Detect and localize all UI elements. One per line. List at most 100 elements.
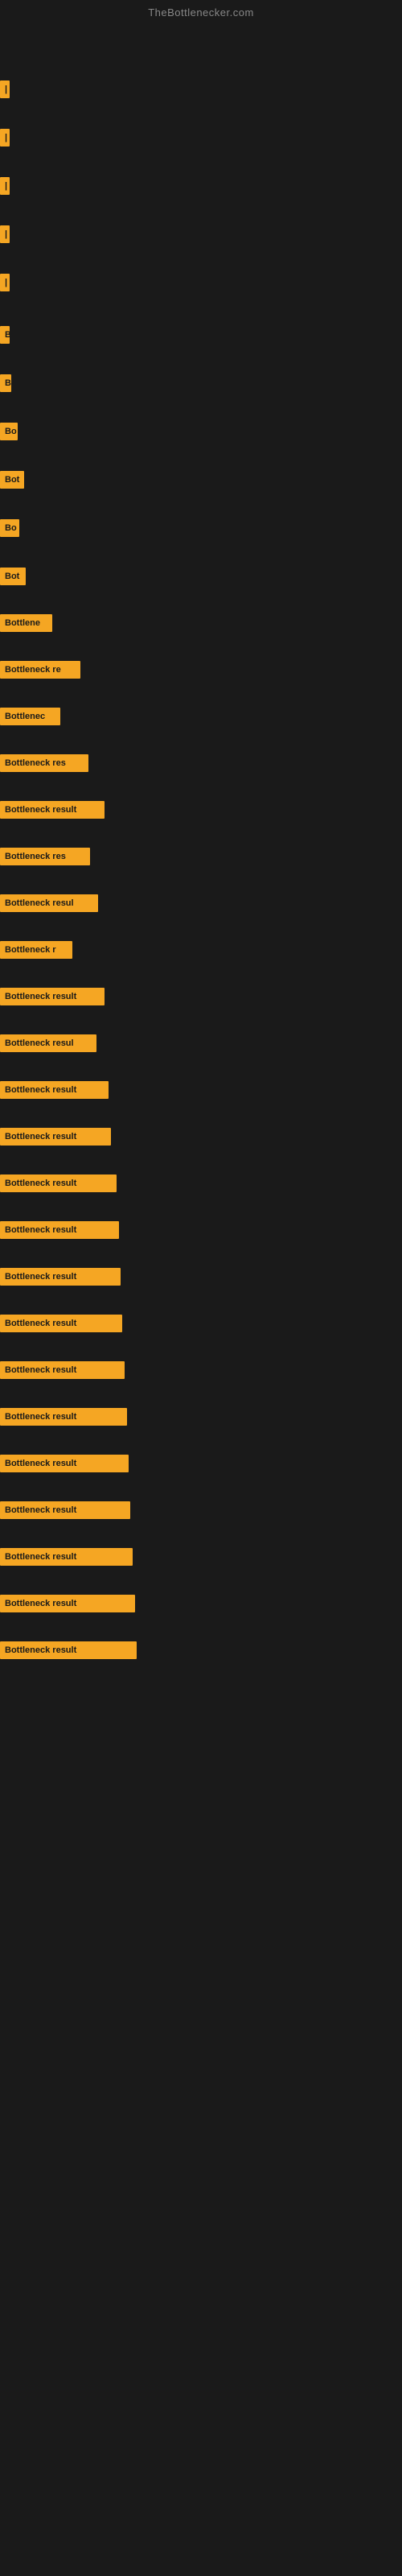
bottleneck-bar-5: | — [0, 274, 10, 291]
bar-row-22: Bottleneck result — [0, 1079, 402, 1101]
bar-gap-29 — [0, 1383, 402, 1406]
bar-gap-3 — [0, 151, 402, 175]
bar-gap-9 — [0, 444, 402, 469]
bottleneck-bar-13: Bottleneck re — [0, 661, 80, 679]
bar-row-16: Bottleneck result — [0, 799, 402, 821]
bar-gap-5 — [0, 247, 402, 271]
bar-gap-28 — [0, 1336, 402, 1359]
bar-row-26: Bottleneck result — [0, 1265, 402, 1288]
bottleneck-bar-30: Bottleneck result — [0, 1455, 129, 1472]
bar-row-6: B — [0, 324, 402, 346]
bottleneck-bar-31: Bottleneck result — [0, 1501, 130, 1519]
bar-gap-6 — [0, 295, 402, 324]
bar-gap-33 — [0, 1570, 402, 1592]
bar-gap-24 — [0, 1150, 402, 1172]
bar-row-1: | — [0, 78, 402, 101]
bar-gap-30 — [0, 1430, 402, 1452]
bar-row-5: | — [0, 271, 402, 294]
bottleneck-bar-16: Bottleneck result — [0, 801, 105, 819]
bottleneck-bar-21: Bottleneck resul — [0, 1034, 96, 1052]
site-title: TheBottlenecker.com — [0, 0, 402, 22]
bar-row-3: | — [0, 175, 402, 197]
bar-row-10: Bo — [0, 517, 402, 539]
bottleneck-bar-11: Bot — [0, 568, 26, 585]
bar-gap-7 — [0, 348, 402, 372]
bottleneck-bar-1: | — [0, 80, 10, 98]
bar-gap-11 — [0, 541, 402, 565]
bar-gap-31 — [0, 1476, 402, 1499]
bottleneck-bar-23: Bottleneck result — [0, 1128, 111, 1146]
bar-row-7: B — [0, 372, 402, 394]
bar-gap-17 — [0, 823, 402, 845]
bar-row-33: Bottleneck result — [0, 1592, 402, 1615]
bottleneck-bar-4: | — [0, 225, 10, 243]
bar-gap-4 — [0, 199, 402, 223]
bar-gap-20 — [0, 963, 402, 985]
bottleneck-bar-33: Bottleneck result — [0, 1595, 135, 1612]
bar-row-13: Bottleneck re — [0, 658, 402, 681]
bar-gap-18 — [0, 869, 402, 892]
bottleneck-bar-19: Bottleneck r — [0, 941, 72, 959]
bar-gap-15 — [0, 729, 402, 752]
bar-gap-1 — [0, 30, 402, 78]
bar-gap-14 — [0, 683, 402, 705]
bottleneck-bar-24: Bottleneck result — [0, 1174, 117, 1192]
bottleneck-bar-7: B — [0, 374, 11, 392]
bottleneck-bar-12: Bottlene — [0, 614, 52, 632]
bar-row-2: | — [0, 126, 402, 149]
bottleneck-bar-22: Bottleneck result — [0, 1081, 109, 1099]
bar-gap-25 — [0, 1196, 402, 1219]
bottleneck-bar-15: Bottleneck res — [0, 754, 88, 772]
bar-gap-2 — [0, 102, 402, 126]
bar-row-9: Bot — [0, 469, 402, 491]
bar-row-15: Bottleneck res — [0, 752, 402, 774]
bottleneck-bar-17: Bottleneck res — [0, 848, 90, 865]
bottleneck-bar-26: Bottleneck result — [0, 1268, 121, 1286]
bar-row-24: Bottleneck result — [0, 1172, 402, 1195]
bottleneck-bar-27: Bottleneck result — [0, 1315, 122, 1332]
bottleneck-bar-3: | — [0, 177, 10, 195]
bar-row-20: Bottleneck result — [0, 985, 402, 1008]
bottleneck-bar-8: Bo — [0, 423, 18, 440]
bar-gap-32 — [0, 1523, 402, 1546]
bar-row-8: Bo — [0, 420, 402, 443]
bar-row-19: Bottleneck r — [0, 939, 402, 961]
bar-row-23: Bottleneck result — [0, 1125, 402, 1148]
bar-gap-27 — [0, 1290, 402, 1312]
bottleneck-bar-32: Bottleneck result — [0, 1548, 133, 1566]
bar-gap-13 — [0, 636, 402, 658]
bar-row-34: Bottleneck result — [0, 1639, 402, 1662]
bar-gap-12 — [0, 589, 402, 612]
bottleneck-bar-34: Bottleneck result — [0, 1641, 137, 1659]
bottleneck-bar-14: Bottlenec — [0, 708, 60, 725]
bar-row-25: Bottleneck result — [0, 1219, 402, 1241]
bar-gap-23 — [0, 1103, 402, 1125]
bar-gap-26 — [0, 1243, 402, 1265]
bar-gap-21 — [0, 1009, 402, 1032]
bar-row-17: Bottleneck res — [0, 845, 402, 868]
bottleneck-bar-29: Bottleneck result — [0, 1408, 127, 1426]
bottleneck-bar-18: Bottleneck resul — [0, 894, 98, 912]
bars-container: | | | | | B B Bo Bot Bo Bot Bottlene Bottleneck re Bo… — [0, 22, 402, 1663]
bar-gap-34 — [0, 1616, 402, 1639]
bar-row-30: Bottleneck result — [0, 1452, 402, 1475]
bottleneck-bar-2: | — [0, 129, 10, 147]
bar-gap-22 — [0, 1056, 402, 1079]
bar-row-29: Bottleneck result — [0, 1406, 402, 1428]
bar-gap-19 — [0, 916, 402, 939]
bar-row-27: Bottleneck result — [0, 1312, 402, 1335]
bottleneck-bar-25: Bottleneck result — [0, 1221, 119, 1239]
bar-row-21: Bottleneck resul — [0, 1032, 402, 1055]
bar-row-18: Bottleneck resul — [0, 892, 402, 914]
bottleneck-bar-6: B — [0, 326, 10, 344]
bar-gap-10 — [0, 493, 402, 517]
bar-row-32: Bottleneck result — [0, 1546, 402, 1568]
bar-row-14: Bottlenec — [0, 705, 402, 728]
bar-row-4: | — [0, 223, 402, 246]
bottleneck-bar-20: Bottleneck result — [0, 988, 105, 1005]
bar-row-28: Bottleneck result — [0, 1359, 402, 1381]
bottleneck-bar-10: Bo — [0, 519, 19, 537]
bar-row-11: Bot — [0, 565, 402, 588]
bar-row-31: Bottleneck result — [0, 1499, 402, 1521]
bar-gap-8 — [0, 396, 402, 420]
